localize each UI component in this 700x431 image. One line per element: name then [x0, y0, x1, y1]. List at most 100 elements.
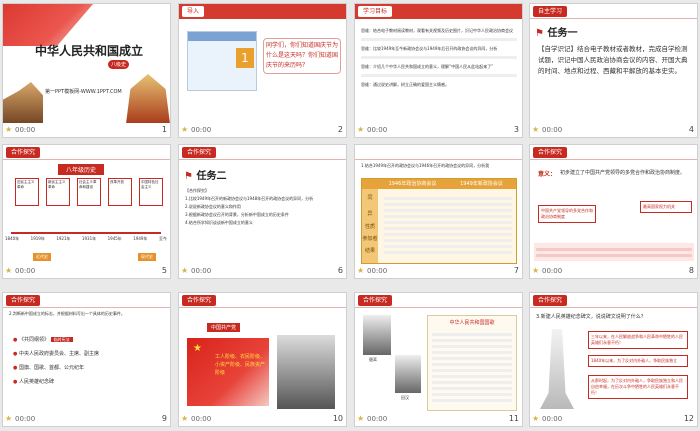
meaning-text: 初步建立了中国共产党领导的多党合作和政治协商制度。: [560, 170, 686, 176]
note-box: 中国共产党领导的多党合作和政治协商制度: [538, 205, 596, 223]
slide-number: 12: [683, 414, 694, 423]
star-icon: ★: [357, 266, 365, 275]
flag-icon: ⚑: [184, 171, 193, 182]
slide-thumbnail-10[interactable]: 合作探究 中国共产党 ★ 工人阶级、农民阶级、小资产阶级、民族资产阶级 ★ 00:…: [179, 293, 346, 426]
table-header: 1949年新政协会议: [460, 181, 503, 187]
bullet-icon: ●: [13, 365, 18, 371]
quote-box: 1840年以来，为了反对内外敌人，争取民族独立: [588, 355, 688, 367]
list-title: 【合作探究】: [185, 188, 209, 193]
task-list: 【合作探究】 1.比较1949年召开的新政协会议与1948年召开的政协会议的异同…: [185, 187, 341, 227]
slide-title: 中华人民共和国成立: [35, 44, 144, 58]
list-item: 2.说说新政协会议的意义和作用: [185, 204, 241, 209]
slide-thumbnail-6[interactable]: 合作探究 ⚑ 任务二 【合作探究】 1.比较1949年召开的新政协会议与1948…: [179, 145, 346, 278]
slide-footer: ★ 00:00 10: [179, 412, 346, 426]
slide-time: 00:00: [367, 415, 388, 423]
class-text: 工人阶级、农民阶级、小资产阶级、民族资产阶级: [215, 354, 266, 376]
row-label: 同: [367, 195, 373, 201]
tiananmen-image: [126, 74, 170, 124]
list-item: 1.比较1949年召开的新政协会议与1948年召开的政协会议的异同，分析: [185, 196, 314, 201]
list-item: ● 《共同纲领》 临时宪法: [13, 333, 99, 347]
slide-header-bar: 学习目标: [355, 4, 522, 19]
slide-tag: 学习目标: [358, 6, 393, 17]
row-label: 性质: [364, 224, 375, 230]
star-icon: ★: [357, 414, 365, 423]
slide-number: 8: [688, 266, 694, 275]
slide-header-bar: 自主学习: [530, 4, 697, 19]
task-heading: ⚑ 任务二: [184, 167, 226, 182]
slide-footer: ★ 00:00 4: [530, 123, 697, 137]
star-icon: ★: [5, 266, 13, 275]
question-bubble: 同学们，你们知道国庆节为什么是这天吗？你们知道国庆节的来历吗？: [263, 38, 341, 74]
slide-thumbnail-1[interactable]: 中华人民共和国成立 八级史 第一PPT模板网-WWW.1PPT.COM ★ 00:…: [3, 4, 170, 137]
star-icon: ★: [181, 125, 189, 134]
list-item: 3.根据新政协会议召开的背景，分析新中国成立的历史条件: [185, 212, 289, 217]
slide-thumbnail-8[interactable]: 合作探究 意义： 初步建立了中国共产党领导的多党合作和政治协商制度。 中国共产党…: [530, 145, 697, 278]
slide-number: 2: [337, 125, 343, 134]
slide-tag: 合作探究: [358, 295, 393, 306]
timeline-header: 八年级历史: [58, 164, 105, 175]
star-icon: ★: [181, 414, 189, 423]
slide-footer: ★ 00:00 6: [179, 264, 346, 278]
calendar-image: 1: [187, 31, 257, 91]
year-label: 1921年: [56, 236, 71, 241]
timeline-years: 1840年 1919年 1921年 1931年 1945年 1949年 至今: [5, 236, 167, 242]
portrait-image: [395, 355, 421, 393]
slide-header-bar: 合作探究: [3, 145, 170, 160]
era-box: 旧民主主义革命: [15, 178, 39, 206]
task-heading: ⚑ 任务一: [535, 24, 577, 39]
slide-thumbnail-4[interactable]: 自主学习 ⚑ 任务一 【自学识记】结合电子教材或者教材，完成自学检测试题，识记中…: [530, 4, 697, 137]
note-box: 最高国家权力机关: [640, 201, 692, 213]
portrait-image: [277, 335, 335, 409]
slide-header-bar: 合作探究: [3, 293, 170, 308]
year-label: 1945年: [107, 236, 122, 241]
year-label: 1931年: [81, 236, 97, 241]
summary-box: [534, 243, 694, 261]
list-item: ● 人民英雄纪念碑: [13, 379, 54, 385]
slide-time: 00:00: [15, 267, 36, 275]
question-text: 3.新建人民英雄纪念碑文，说说碑文说明了什么？: [536, 314, 646, 320]
list-item: ● 中央人民政府委员会、主席、副主席: [13, 351, 99, 357]
slide-thumbnail-5[interactable]: 合作探究 八年级历史 旧民主主义革命 新民主主义革命 社会主义革命和建设 改革开…: [3, 145, 170, 278]
monument-image: [3, 82, 43, 126]
slide-thumbnail-12[interactable]: 合作探究 3.新建人民英雄纪念碑文，说说碑文说明了什么？ 三年以来，在人民解放战…: [530, 293, 697, 426]
slide-header-bar: 合作探究: [179, 145, 346, 160]
question-text: 2.判断新中国成立的标志，并根据材料写出一个具体的历史事件。: [9, 311, 125, 316]
slide-footer: ★ 00:00 9: [3, 412, 170, 426]
slide-footer: ★ 00:00 11: [355, 412, 522, 426]
row-label: 参加者: [362, 236, 378, 242]
slide-thumbnail-3[interactable]: 学习目标 思维：结合电子教材阅读教材，观看有关视频及历史图片，识记中华人民政治协…: [355, 4, 522, 137]
slide-time: 00:00: [542, 126, 563, 134]
objective-item: 思维：结合电子教材阅读教材，观看有关视频及历史图片，识记中华人民政治协商会议: [361, 28, 513, 33]
slide-thumbnail-11[interactable]: 合作探究 聂耳 田汉 中华人民共和国国歌 ★ 00:00 11: [355, 293, 522, 426]
task-title: 任务二: [196, 171, 227, 182]
slide-tag: 导入: [182, 6, 205, 17]
year-label: 1949年: [133, 236, 148, 241]
slide-tag: 合作探究: [533, 295, 568, 306]
era-box: 中国特色社会主义: [139, 178, 163, 206]
task-title: 任务一: [547, 28, 578, 39]
slide-number: 9: [161, 414, 167, 423]
slide-header-bar: 合作探究: [530, 293, 697, 308]
slide-time: 00:00: [15, 415, 36, 423]
task-body: 【自学识记】结合电子教材或者教材，完成自学检测试题，识记中国人民政治协商会议的内…: [538, 45, 688, 75]
slide-time: 00:00: [191, 267, 212, 275]
slide-footer: ★ 00:00 5: [3, 264, 170, 278]
slide-number: 6: [337, 266, 343, 275]
objective-item: 思维：通过说史讲解，树立正确的爱国主义情感。: [361, 82, 449, 87]
year-label: 1840年: [5, 236, 20, 241]
slide-thumbnail-2[interactable]: 导入 1 同学们，你们知道国庆节为什么是这天吗？你们知道国庆节的来历吗？ ★ 00…: [179, 4, 346, 137]
star-icon: ★: [532, 414, 540, 423]
slide-number: 7: [513, 266, 519, 275]
quote-box: 三年以来，在人民解放战争和人民革命中牺牲的人民英雄们永垂不朽！: [588, 331, 688, 349]
period-label: 现代史: [138, 253, 156, 261]
era-box: 新民主主义革命: [46, 178, 70, 206]
item-list: ● 《共同纲领》 临时宪法 ● 中央人民政府委员会、主席、副主席 ● 国旗、国歌…: [13, 333, 99, 389]
slide-thumbnail-9[interactable]: 合作探究 2.判断新中国成立的标志，并根据材料写出一个具体的历史事件。 ● 《共…: [3, 293, 170, 426]
row-label: 结果: [364, 248, 375, 254]
slide-header-bar: 合作探究: [530, 145, 697, 160]
slide-tag: 合作探究: [182, 147, 217, 158]
slide-time: 00:00: [542, 267, 563, 275]
objective-item: 思维：介绍几个中华人民共和国成立的意义，理解“中国人民从此站起来了”: [361, 64, 494, 69]
slide-thumbnail-7[interactable]: 1.结合1949年召开的政协会议与1946年召开的政协会议的异同，分析我 194…: [355, 145, 522, 278]
slide-number: 10: [332, 414, 343, 423]
